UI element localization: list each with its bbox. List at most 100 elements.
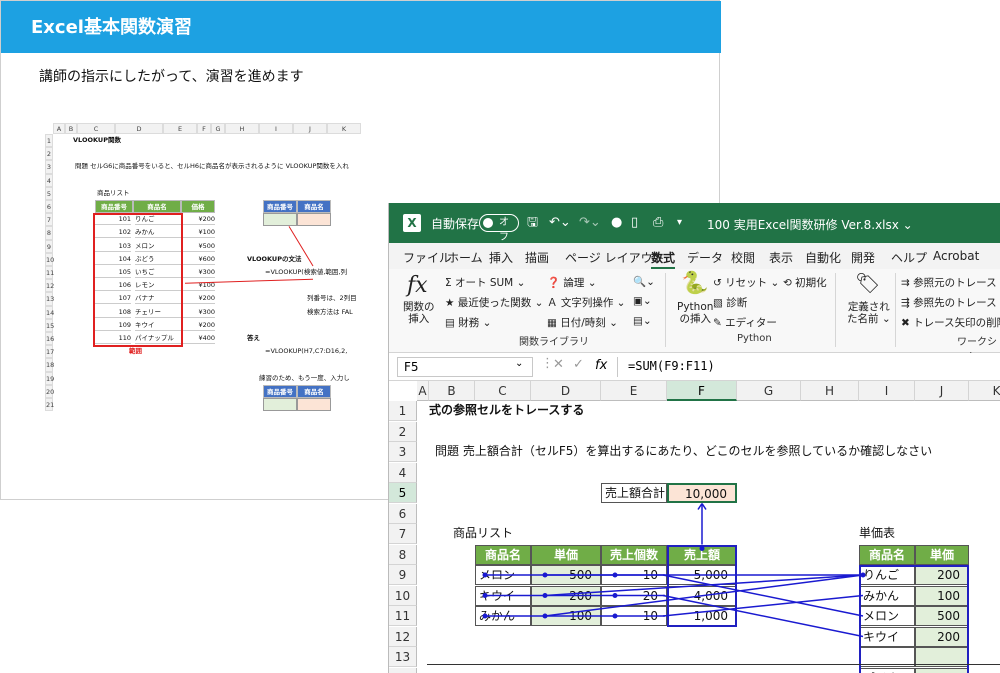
diagnose-button[interactable]: ▧ 診断: [713, 295, 747, 310]
fx-icon[interactable]: fx: [595, 358, 607, 373]
name-tag-icon[interactable]: 🏷: [855, 271, 880, 295]
math-button[interactable]: ▣⌄: [633, 295, 652, 307]
initialize-label: 初期化: [795, 277, 827, 289]
diagnose-label: 診断: [726, 297, 748, 309]
defined-names-button[interactable]: 定義され た名前 ⌄: [847, 301, 891, 325]
autosum-button[interactable]: Σ オート SUM ⌄: [445, 275, 525, 290]
ribbon-separator: [665, 273, 666, 347]
autosave-label: 自動保存: [431, 217, 480, 231]
diagnose-icon: ▧: [713, 297, 727, 309]
logical-icon: ❓: [547, 277, 564, 289]
ribbon-tab[interactable]: 開発: [851, 249, 875, 266]
mini-arrows: [184, 226, 314, 284]
lookup-button[interactable]: 🔍⌄: [633, 275, 655, 288]
ribbon: fx 関数の 挿入 Σ オート SUM ⌄ ★ 最近使った関数 ⌄ ▤ 財務 ⌄…: [389, 269, 1000, 363]
toggle-label: オフ: [499, 217, 509, 243]
insert-function-button[interactable]: 関数の 挿入: [403, 301, 435, 325]
group-python: Python: [737, 333, 772, 344]
trace-dot: [699, 546, 705, 551]
remove-arrows-button[interactable]: ✖ トレース矢印の削除 ⌄: [901, 315, 1000, 330]
ribbon-tab[interactable]: 自動化: [805, 249, 841, 266]
trace-precedents-icon: ⇉: [901, 277, 914, 289]
trace-dependents-button[interactable]: ⇶ 参照先のトレース: [901, 295, 997, 310]
autosave-toggle[interactable]: オフ: [479, 214, 519, 243]
text-icon: Ａ: [547, 297, 561, 309]
ribbon-tab[interactable]: ヘルプ: [891, 249, 927, 266]
autosum-label: オート SUM ⌄: [454, 277, 526, 289]
ribbon-tab[interactable]: ページ レイアウト: [565, 249, 665, 266]
python-icon[interactable]: 🐍: [681, 271, 708, 296]
editor-button[interactable]: ✎ エディター: [713, 315, 777, 330]
undo-icon[interactable]: ↶⌄: [549, 214, 571, 232]
record-icon[interactable]: ●: [611, 214, 622, 232]
ribbon-tab[interactable]: 表示: [769, 249, 793, 266]
editor-icon: ✎: [713, 317, 726, 329]
namebox-dropdown-icon[interactable]: ⌄: [515, 358, 523, 369]
editor-label: エディター: [725, 317, 777, 329]
save-icon[interactable]: 🖫: [527, 214, 538, 232]
trace-arrow-lookup: [662, 594, 864, 617]
trace-dependents-label: 参照先のトレース: [913, 297, 997, 309]
toggle-knob-icon: [483, 218, 493, 228]
enter-icon[interactable]: ✓: [573, 357, 584, 372]
initialize-button[interactable]: ⟲ 初期化: [783, 275, 827, 290]
doc-icon[interactable]: ▯: [631, 214, 638, 232]
slide-instruction: 講師の指示にしたがって、演習を進めます: [39, 69, 304, 85]
print-icon[interactable]: ⎙: [653, 214, 663, 232]
excel-window: X 自動保存 オフ 🖫 ↶⌄ ↷⌄ ● ▯ ⎙ ▾ 100 実用Excel関数研…: [388, 203, 1000, 673]
text-button[interactable]: Ａ 文字列操作 ⌄: [547, 295, 625, 310]
ribbon-tab[interactable]: ホーム: [447, 249, 483, 266]
cancel-icon[interactable]: ✕: [553, 357, 564, 372]
ribbon-tab[interactable]: 校閲: [731, 249, 755, 266]
star-icon: ★: [445, 297, 458, 309]
insert-function-icon[interactable]: fx: [407, 273, 428, 298]
slide-header: Excel基本関数演習: [1, 1, 721, 53]
trace-dot: [860, 572, 866, 578]
financial-button[interactable]: ▤ 財務 ⌄: [445, 315, 491, 330]
initialize-icon: ⟲: [783, 277, 796, 289]
reset-button[interactable]: ↺ リセット ⌄: [713, 275, 779, 290]
sigma-icon: Σ: [445, 277, 455, 289]
trace-dependents-icon: ⇶: [901, 297, 914, 309]
more-functions-button[interactable]: ▤⌄: [633, 315, 652, 327]
remove-arrows-icon: ✖: [901, 317, 914, 329]
datetime-button[interactable]: ▦ 日付/時刻 ⌄: [547, 315, 618, 330]
ribbon-tab[interactable]: 描画: [525, 249, 549, 266]
mini-arrow-range: [184, 278, 314, 284]
ribbon-tab[interactable]: Acrobat: [933, 249, 979, 263]
financial-icon: ▤: [445, 317, 459, 329]
trace-arrow-lookup: [662, 594, 864, 638]
ribbon-tab[interactable]: 数式: [651, 249, 676, 269]
mini-arrow-lookup: [288, 226, 314, 267]
ribbon-tab[interactable]: データ: [687, 249, 723, 266]
python-insert-button[interactable]: Python の挿入: [677, 301, 713, 325]
name-box[interactable]: F5: [397, 357, 533, 377]
trace-precedents-label: 参照元のトレース: [913, 277, 997, 289]
logical-button[interactable]: ❓ 論理 ⌄: [547, 275, 597, 290]
trace-precedents-button[interactable]: ⇉ 参照元のトレース: [901, 275, 997, 290]
reset-icon: ↺: [713, 277, 726, 289]
ribbon-tab[interactable]: 挿入: [489, 249, 513, 266]
logical-label: 論理 ⌄: [563, 277, 597, 289]
group-function-library: 関数ライブラリ: [519, 337, 589, 348]
text-label: 文字列操作 ⌄: [560, 297, 626, 309]
ribbon-tabs: ファイル ホーム 挿入 描画 ページ レイアウト 数式 データ 校閲 表示 自動化 開発 ヘルプ Acr…: [389, 243, 1000, 269]
ribbon-tab[interactable]: ファイル: [403, 249, 451, 266]
ribbon-separator: [895, 273, 896, 347]
title-bar: X 自動保存 オフ 🖫 ↶⌄ ↷⌄ ● ▯ ⎙ ▾ 100 実用Excel関数研…: [389, 203, 1000, 243]
file-name[interactable]: 100 実用Excel関数研修 Ver.8.xlsx ⌄: [707, 216, 913, 233]
excel-logo-icon: X: [403, 214, 421, 232]
recent-functions-button[interactable]: ★ 最近使った関数 ⌄: [445, 295, 543, 310]
remove-arrows-label: トレース矢印の削除 ⌄: [913, 317, 1000, 329]
formula-bar: F5 ⌄ ⋮ ✕ ✓ fx =SUM(F9:F11): [389, 353, 1000, 381]
ribbon-separator: [835, 273, 836, 347]
customize-icon[interactable]: ▾: [677, 214, 682, 232]
redo-icon[interactable]: ↷⌄: [579, 214, 601, 232]
worksheet-grid[interactable]: ABCDEFGHIJK1234567891011121314式の参照セルをトレー…: [389, 381, 1000, 673]
formula-input[interactable]: =SUM(F9:F11): [617, 357, 1000, 377]
financial-label: 財務 ⌄: [458, 317, 492, 329]
calendar-icon: ▦: [547, 317, 561, 329]
reset-label: リセット ⌄: [725, 277, 780, 289]
datetime-label: 日付/時刻 ⌄: [560, 317, 618, 329]
trace-dot: [612, 613, 618, 619]
